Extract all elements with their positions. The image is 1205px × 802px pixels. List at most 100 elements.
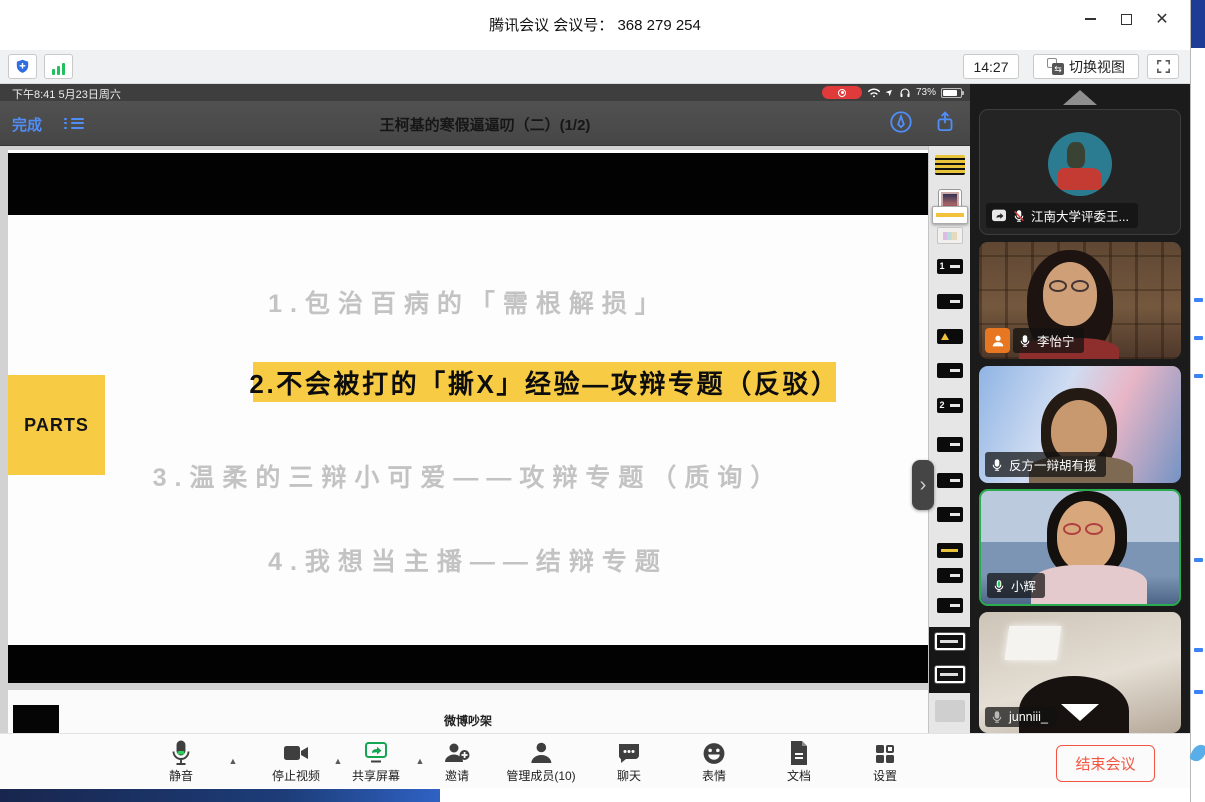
document-icon: [788, 739, 810, 766]
slide-line-4: 4.我想当主播——结辩专题: [8, 542, 928, 578]
minimize-button[interactable]: [1076, 8, 1104, 30]
fullscreen-icon: [1155, 58, 1172, 75]
end-meeting-button[interactable]: 结束会议: [1056, 745, 1155, 782]
mic-options-caret[interactable]: ▲: [229, 756, 238, 766]
slide-thumbnail: [935, 666, 965, 683]
location-arrow-icon: ➤: [884, 86, 897, 99]
manage-members-button[interactable]: 管理成员(10): [506, 739, 575, 784]
scroll-up-arrow[interactable]: [1063, 90, 1097, 105]
slide-thumbnail: [937, 598, 963, 613]
slide-thumbnail: [932, 206, 968, 224]
close-button[interactable]: ✕: [1148, 8, 1176, 30]
slide-line-3: 3.温柔的三辩小可爱——攻辩专题（质询）: [8, 458, 928, 494]
mic-muted-icon: [1012, 209, 1026, 223]
background-window-sliver: [1190, 0, 1205, 802]
timer-value: 14:27: [973, 59, 1008, 75]
participant-tile[interactable]: 江南大学评委王...: [979, 109, 1181, 235]
taskbar-strip: [0, 789, 440, 802]
participant-tile-speaking[interactable]: 小辉: [979, 489, 1181, 606]
meeting-timer: 14:27: [963, 54, 1019, 79]
slide-thumbnail: [937, 437, 963, 452]
wifi-icon: [867, 87, 881, 98]
mic-idle-icon: [990, 710, 1004, 724]
slide-thumbnail: [937, 329, 963, 344]
battery-icon: [941, 88, 962, 98]
invite-person-icon: [443, 739, 471, 766]
next-slide-page: 微博吵架: [8, 690, 928, 733]
share-sheet-icon: [932, 109, 958, 135]
slide-thumbnail: [937, 568, 963, 583]
mute-button[interactable]: 静音: [169, 739, 193, 784]
collapse-panel-handle[interactable]: ›: [912, 460, 934, 510]
slide-line-2: 2.不会被打的「撕X」经验—攻辩专题（反驳）: [249, 364, 839, 401]
slide-thumbnail: [937, 507, 963, 522]
maximize-button[interactable]: [1112, 8, 1140, 30]
ipad-clock: 下午8:41 5月23日周六: [12, 86, 121, 102]
meeting-control-bar: 静音 ▲ 停止视频 ▲ 共享屏幕 ▲ 邀请 管理成员(1: [0, 733, 1190, 788]
slide-thumbnail: [937, 543, 963, 558]
share-screen-button[interactable]: 共享屏幕: [352, 739, 400, 784]
slide-thumbnail-strip: 12: [928, 146, 970, 733]
security-shield-button[interactable]: [8, 54, 37, 79]
switch-view-button[interactable]: ⇆ 切换视图: [1033, 54, 1139, 79]
slide-thumbnail: [935, 700, 965, 722]
slide-bottom-bar: [8, 645, 928, 683]
slide-thumbnail: [937, 473, 963, 488]
slide-line-1: 1.包治百病的「需根解损」: [8, 284, 928, 320]
settings-button[interactable]: 设置: [873, 739, 897, 784]
annotate-pen-icon: [888, 109, 914, 135]
ipad-status-bar: 下午8:41 5月23日周六 ➤ 73%: [0, 84, 970, 101]
mic-on-icon: [1018, 334, 1032, 348]
participant-name: 小辉: [1011, 576, 1036, 595]
slide-page: 1.包治百病的「需根解损」 2.不会被打的「撕X」经验—攻辩专题（反驳） PAR…: [8, 150, 928, 680]
slide-thumbnail: [935, 633, 965, 650]
stop-video-button[interactable]: 停止视频: [272, 739, 320, 784]
scroll-down-arrow[interactable]: [1061, 704, 1099, 721]
pdf-page-area: 1.包治百病的「需根解损」 2.不会被打的「撕X」经验—攻辩专题（反驳） PAR…: [0, 146, 970, 733]
participant-name: 反方一辩胡有援: [1009, 455, 1097, 474]
switch-view-label: 切换视图: [1069, 57, 1125, 77]
slide-thumbnail: [937, 363, 963, 378]
switch-view-icon: ⇆: [1047, 58, 1064, 75]
chat-button[interactable]: 聊天: [616, 739, 642, 784]
emoji-button[interactable]: 表情: [702, 739, 727, 784]
shield-plus-icon: [14, 58, 31, 75]
slide-thumbnail: 1: [937, 259, 963, 274]
avatar: [1048, 132, 1112, 196]
settings-grid-icon: [873, 739, 897, 766]
network-signal-button[interactable]: [44, 54, 73, 79]
recording-pill-icon: [822, 86, 862, 99]
participant-tile[interactable]: 李怡宁: [979, 242, 1181, 359]
next-slide-caption: 微博吵架: [8, 712, 928, 729]
slide-line-2-highlight: 2.不会被打的「撕X」经验—攻辩专题（反驳）: [253, 362, 836, 402]
chat-bubble-icon: [616, 739, 642, 766]
headphones-icon: [899, 87, 911, 98]
document-title: 王柯基的寒假逼逼叨（二）(1/2): [0, 114, 970, 135]
battery-percent: 73%: [916, 87, 936, 98]
window-titlebar: 腾讯会议 会议号： 368 279 254 ✕: [0, 0, 1190, 50]
slide-thumbnail: 2: [937, 398, 963, 413]
invite-button[interactable]: 邀请: [443, 739, 471, 784]
window-title: 腾讯会议 会议号： 368 279 254: [0, 14, 1190, 35]
slide-thumbnail: [935, 155, 965, 175]
participant-name: 李怡宁: [1037, 331, 1075, 350]
mic-level-icon: [169, 739, 193, 766]
participant-tile[interactable]: 反方一辩胡有援: [979, 366, 1181, 483]
fullscreen-button[interactable]: [1147, 54, 1179, 79]
pdf-viewer-toolbar: 完成 王柯基的寒假逼逼叨（二）(1/2): [0, 101, 970, 146]
member-badge-icon: [985, 328, 1010, 353]
slide-thumbnail: [937, 294, 963, 309]
camera-icon: [282, 739, 310, 766]
slide-top-bar: [8, 153, 928, 215]
slide-thumbnail: [937, 227, 963, 244]
docs-button[interactable]: 文档: [787, 739, 811, 784]
mic-speaking-icon: [992, 579, 1006, 593]
smiley-icon: [702, 739, 727, 766]
member-icon: [528, 739, 554, 766]
screen-sharing-icon: [991, 209, 1007, 223]
video-options-caret[interactable]: ▲: [334, 756, 343, 766]
signal-bars-icon: [52, 59, 65, 75]
participant-name: 江南大学评委王...: [1031, 206, 1129, 225]
share-options-caret[interactable]: ▲: [416, 756, 425, 766]
participant-name: junniii_: [1009, 710, 1048, 724]
